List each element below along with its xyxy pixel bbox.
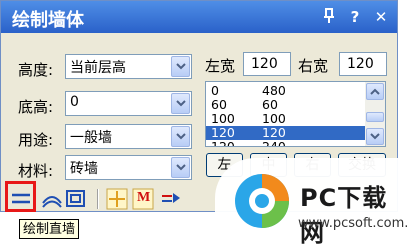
list-item-selected[interactable]: 120 120 (206, 126, 365, 140)
chevron-down-icon[interactable] (171, 93, 190, 114)
base-height-label: 底高: (18, 98, 54, 116)
use-value: 一般墙 (70, 130, 112, 146)
tooltip: 绘制直墙 (19, 219, 80, 239)
base-height-select[interactable]: 0 (65, 91, 192, 116)
material-label: 材料: (18, 162, 54, 180)
list-cell-right: 60 (262, 97, 278, 112)
height-select[interactable]: 当前层高 (65, 54, 192, 79)
base-height-value: 0 (70, 94, 79, 110)
close-icon[interactable]: ✕ (372, 8, 390, 26)
height-value: 当前层高 (70, 60, 126, 76)
list-item[interactable]: 0 480 (206, 84, 365, 98)
chevron-down-icon[interactable] (171, 157, 190, 178)
list-cell-left: 60 (211, 97, 227, 112)
pcsoft-logo-icon (233, 172, 291, 234)
right-width-label: 右宽 (298, 57, 329, 75)
use-label: 用途: (18, 131, 54, 149)
list-cell-right: 120 (262, 125, 286, 140)
m-icon-label: M (137, 190, 151, 205)
list-cell-left: 120 (211, 139, 235, 147)
toolbar-separator (97, 189, 99, 209)
chevron-down-icon[interactable] (171, 56, 190, 77)
list-item[interactable]: 60 60 (206, 98, 365, 112)
list-cell-right: 240 (262, 139, 286, 147)
left-width-input[interactable]: 120 (243, 52, 291, 76)
window-title: 绘制墙体 (12, 10, 84, 31)
arc-wall-icon[interactable] (41, 188, 63, 210)
pin-icon[interactable] (320, 8, 338, 26)
list-cell-left: 0 (211, 83, 219, 98)
list-cell-right: 480 (262, 83, 286, 98)
scroll-up-icon[interactable] (366, 83, 384, 100)
list-cell-right: 100 (262, 111, 286, 126)
watermark-url: www.pcsoft.com.cn (298, 216, 408, 231)
tooltip-text: 绘制直墙 (23, 222, 76, 237)
snap-cross-icon[interactable] (106, 188, 128, 210)
right-width-input[interactable]: 120 (339, 52, 387, 76)
list-scrollbar[interactable] (365, 82, 385, 146)
left-width-value: 120 (251, 56, 278, 72)
list-item[interactable]: 120 240 (206, 140, 365, 147)
height-label: 高度: (18, 61, 54, 79)
right-width-value: 120 (347, 56, 374, 72)
flag-icon[interactable] (160, 188, 182, 210)
list-cell-left: 120 (211, 125, 235, 140)
material-value: 砖墙 (70, 161, 98, 177)
chevron-down-icon[interactable] (171, 126, 190, 147)
use-select[interactable]: 一般墙 (65, 124, 192, 149)
watermark-brand: PC下载网 (300, 184, 388, 247)
left-width-label: 左宽 (205, 57, 236, 75)
width-list[interactable]: 0 480 60 60 100 100 120 120 120 240 (205, 81, 386, 147)
material-select[interactable]: 砖墙 (65, 155, 192, 180)
m-icon[interactable]: M (132, 188, 154, 210)
highlight-box (5, 181, 36, 212)
list-cell-left: 100 (211, 111, 235, 126)
list-item[interactable]: 100 100 (206, 112, 365, 126)
scroll-thumb[interactable] (366, 112, 384, 122)
scroll-down-icon[interactable] (366, 128, 384, 145)
rectangle-wall-icon[interactable] (65, 188, 87, 210)
title-bar[interactable]: 绘制墙体 ? ✕ (1, 1, 397, 33)
help-icon[interactable]: ? (346, 8, 364, 26)
